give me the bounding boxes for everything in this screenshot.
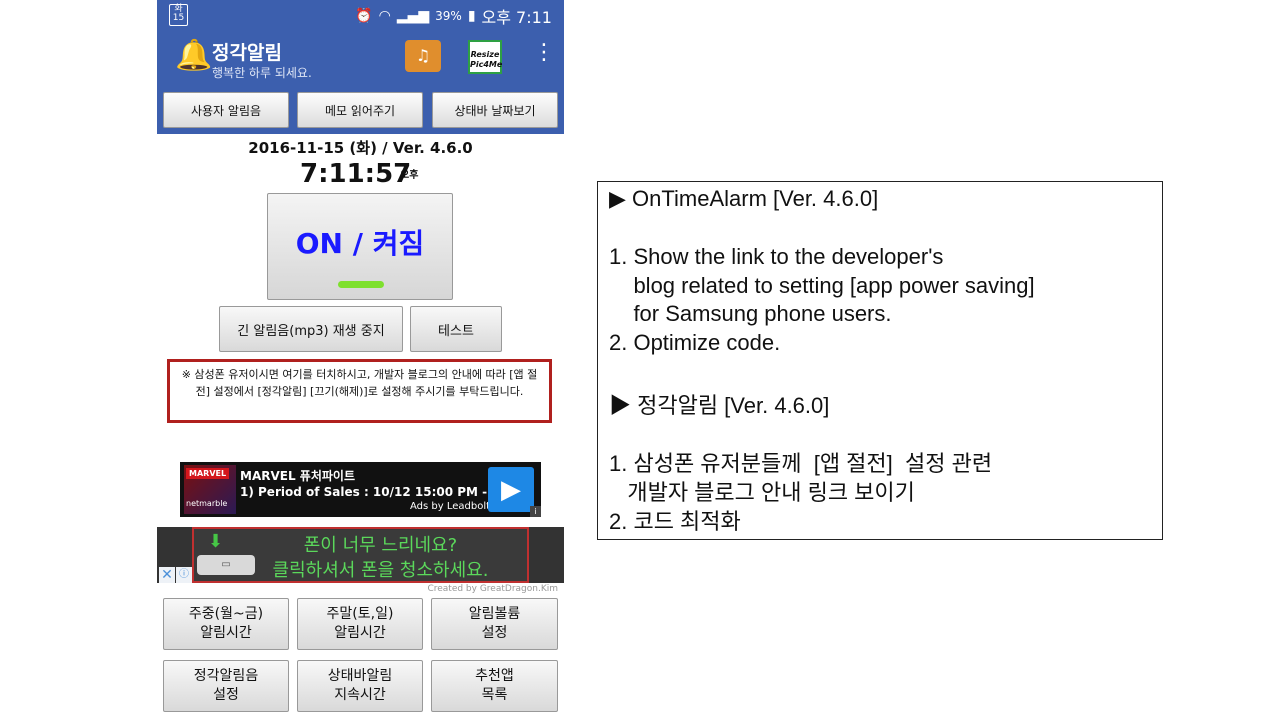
ad-brand: MARVEL — [186, 468, 230, 479]
ad-thumbnail: MARVEL netmarble — [184, 465, 236, 514]
status-bar: 화 15 ⏰ ◠ ▂▄▆ 39% ▮ 오후 7:11 — [157, 0, 564, 28]
play-icon[interactable]: ▶ — [488, 467, 534, 512]
release-notes-box: ▶ OnTimeAlarm [Ver. 4.6.0] 1. Show the l… — [597, 181, 1163, 540]
toggle-label: ON / 켜짐 — [295, 227, 425, 260]
battery-percent: 39% — [435, 9, 462, 23]
custom-alarm-sound-button[interactable]: 사용자 알림음 — [163, 92, 289, 128]
info-icon[interactable]: i — [530, 506, 541, 517]
cleaner-ad-banner[interactable]: ⬇ ▭ 폰이 너무 느리네요? 클릭하셔서 폰을 청소하세요. ✕ ⓘ — [157, 527, 564, 583]
credit-text: Created by GreatDragon.Kim — [427, 584, 558, 594]
recommended-apps-button[interactable]: 추천앱 목록 — [431, 660, 558, 712]
music-folder-icon[interactable]: ♫ — [405, 40, 441, 72]
alarm-volume-button[interactable]: 알림볼륨 설정 — [431, 598, 558, 650]
wifi-icon: ◠ — [378, 8, 391, 24]
ad-line: 1) Period of Sales : 10/12 15:00 PM - — [240, 485, 488, 499]
weekday-alarm-time-button[interactable]: 주중(월~금) 알림시간 — [163, 598, 289, 650]
statusbar-date-button[interactable]: 상태바 날짜보기 — [432, 92, 558, 128]
notes-line: 1. Show the link to the developer's — [609, 244, 944, 269]
overflow-menu-icon[interactable]: ⋮ — [533, 42, 555, 64]
clock-time: 7:11:57 — [300, 159, 412, 189]
read-memo-button[interactable]: 메모 읽어주기 — [297, 92, 423, 128]
hourly-alarm-sound-button[interactable]: 정각알림음 설정 — [163, 660, 289, 712]
ad-publisher: netmarble — [186, 499, 228, 508]
notes-line: blog related to setting [app power savin… — [609, 273, 1035, 298]
ad-title: MARVEL 퓨처파이트 — [240, 469, 355, 483]
ad-attribution: Ads by Leadbolt — [410, 501, 491, 512]
alarm-icon: ⏰ — [355, 8, 373, 24]
cleaner-ad-box[interactable]: ⬇ ▭ 폰이 너무 느리네요? 클릭하셔서 폰을 청소하세요. — [192, 527, 529, 583]
notes-line: 2. Optimize code. — [609, 330, 781, 355]
cleaner-ad-line1: 폰이 너무 느리네요? — [303, 535, 458, 556]
test-button[interactable]: 테스트 — [410, 306, 502, 352]
notes-line: 1. 삼성폰 유저분들께 [앱 절전] 설정 관련 — [609, 451, 993, 476]
app-subtitle: 행복한 하루 되세요. — [212, 66, 312, 80]
cleaner-ad-line2: 클릭하셔서 폰을 청소하세요. — [272, 560, 489, 581]
weekend-alarm-time-button[interactable]: 주말(토,일) 알림시간 — [297, 598, 423, 650]
status-time: 오후 7:11 — [481, 8, 552, 27]
marvel-ad-banner[interactable]: MARVEL netmarble MARVEL 퓨처파이트 1) Period … — [180, 462, 541, 517]
ad-info-icon[interactable]: ⓘ — [176, 567, 192, 583]
date-version: 2016-11-15 (화) / Ver. 4.6.0 — [248, 139, 473, 157]
bell-icon: 🔔 — [175, 38, 213, 73]
calendar-date: 15 — [172, 13, 185, 23]
battery-icon: ▮ — [467, 8, 476, 24]
calendar-icon: 화 15 — [169, 4, 188, 26]
app-title: 정각알림 — [212, 42, 282, 64]
close-ad-icon[interactable]: ✕ — [159, 567, 175, 583]
top-button-row: 사용자 알림음 메모 읽어주기 상태바 날짜보기 — [157, 84, 564, 134]
signal-icon: ▂▄▆ — [396, 8, 430, 24]
clock-ampm: 오후 — [400, 170, 419, 181]
phone-screen: 화 15 ⏰ ◠ ▂▄▆ 39% ▮ 오후 7:11 🔔 정각알림 행복한 하루… — [157, 0, 564, 720]
notes-line: 2. 코드 최적화 — [609, 509, 741, 534]
notes-line-heading-en: ▶ OnTimeAlarm [Ver. 4.6.0] — [609, 186, 879, 211]
on-off-toggle-button[interactable]: ON / 켜짐 — [267, 193, 453, 300]
statusbar-duration-button[interactable]: 상태바알림 지속시간 — [297, 660, 423, 712]
notes-line: for Samsung phone users. — [609, 301, 892, 326]
notes-line: 개발자 블로그 안내 링크 보이기 — [609, 480, 915, 505]
app-bar: 🔔 정각알림 행복한 하루 되세요. ♫ Resize Pic4Me ⋮ — [157, 28, 564, 84]
stop-mp3-button[interactable]: 긴 알림음(mp3) 재생 중지 — [219, 306, 403, 352]
resize-pic-icon[interactable]: Resize Pic4Me — [468, 40, 502, 74]
toggle-indicator — [338, 281, 384, 288]
samsung-notice[interactable]: ※ 삼성폰 유저이시면 여기를 터치하시고, 개발자 블로그의 안내에 따라 [… — [167, 359, 552, 423]
notes-line-heading-ko: ▶ 정각알림 [Ver. 4.6.0] — [609, 393, 830, 418]
